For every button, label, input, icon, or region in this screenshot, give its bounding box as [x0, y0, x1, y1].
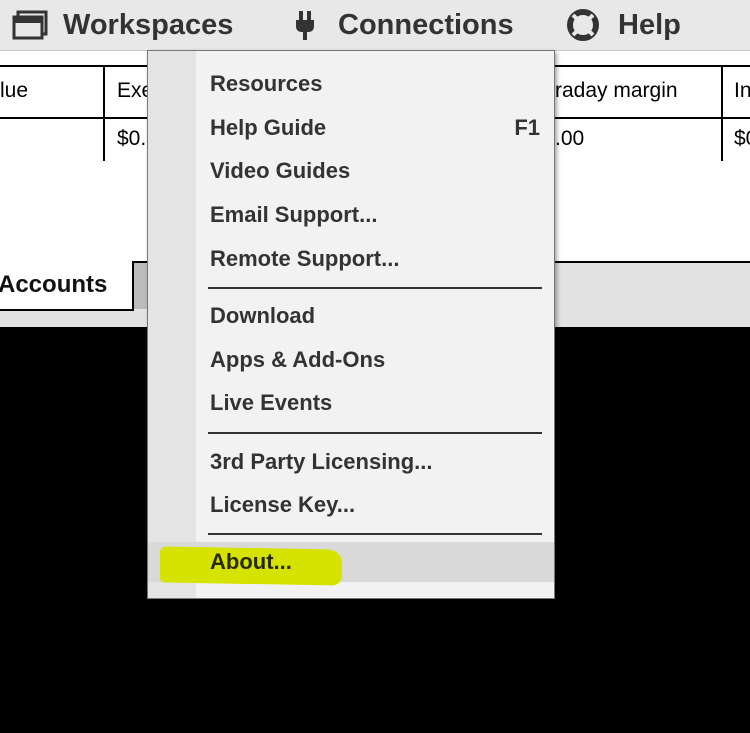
table-cell: $0 — [734, 127, 750, 150]
lifebuoy-icon — [566, 8, 600, 42]
menu-item-remote-support[interactable]: Remote Support... — [148, 237, 554, 281]
menu-item-label: Help Guide — [210, 115, 327, 140]
table-cell: .00 — [555, 127, 585, 150]
menu-item-3rd-party-licensing[interactable]: 3rd Party Licensing... — [148, 440, 554, 484]
connections-label: Connections — [338, 8, 514, 41]
menu-item-label: Live Events — [210, 390, 333, 415]
help-label: Help — [618, 8, 681, 41]
menu-item-download[interactable]: Download — [148, 294, 554, 338]
tab-hidden[interactable] — [134, 263, 148, 309]
table-header-value[interactable]: lue — [0, 79, 28, 103]
menu-bar: Workspaces Connections Help — [0, 0, 750, 51]
menu-item-label: Download — [210, 303, 316, 328]
menu-separator — [208, 432, 542, 434]
workspaces-menu[interactable]: Workspaces — [12, 0, 233, 50]
menu-item-video-guides[interactable]: Video Guides — [148, 149, 554, 193]
table-header-in[interactable]: In — [734, 79, 750, 103]
help-menu[interactable]: Help — [566, 0, 681, 50]
menu-item-apps-add-ons[interactable]: Apps & Add-Ons — [148, 338, 554, 382]
menu-item-license-key[interactable]: License Key... — [148, 483, 554, 527]
connections-menu[interactable]: Connections — [292, 0, 514, 50]
menu-item-resources[interactable]: Resources — [148, 62, 554, 106]
tab-accounts[interactable]: Accounts — [0, 261, 134, 311]
table-header-intraday-margin[interactable]: raday margin — [555, 79, 678, 103]
menu-item-label: License Key... — [210, 492, 356, 517]
plug-icon — [292, 9, 318, 41]
tab-accounts-label: Accounts — [0, 271, 108, 298]
menu-item-label: Remote Support... — [210, 246, 400, 271]
menu-item-about[interactable]: About... — [148, 542, 554, 586]
menu-item-label: Apps & Add-Ons — [210, 347, 386, 372]
menu-item-email-support[interactable]: Email Support... — [148, 193, 554, 237]
menu-item-label: Email Support... — [210, 202, 378, 227]
workspaces-label: Workspaces — [63, 8, 234, 41]
shortcut-label: F1 — [514, 115, 540, 140]
menu-item-label: Video Guides — [210, 158, 351, 183]
table-column-divider — [721, 65, 723, 161]
menu-item-help-guide[interactable]: Help Guide F1 — [148, 106, 554, 150]
table-cell: $0. — [117, 127, 147, 150]
help-dropdown-menu: Resources Help Guide F1 Video Guides Ema… — [147, 50, 555, 599]
menu-separator — [208, 287, 542, 289]
menu-item-live-events[interactable]: Live Events — [148, 381, 554, 425]
menu-item-label: About... — [210, 549, 292, 574]
menu-item-label: 3rd Party Licensing... — [210, 449, 433, 474]
menu-item-label: Resources — [210, 71, 323, 96]
table-column-divider — [103, 65, 105, 161]
menu-separator — [208, 533, 542, 535]
window-icon — [12, 10, 48, 40]
